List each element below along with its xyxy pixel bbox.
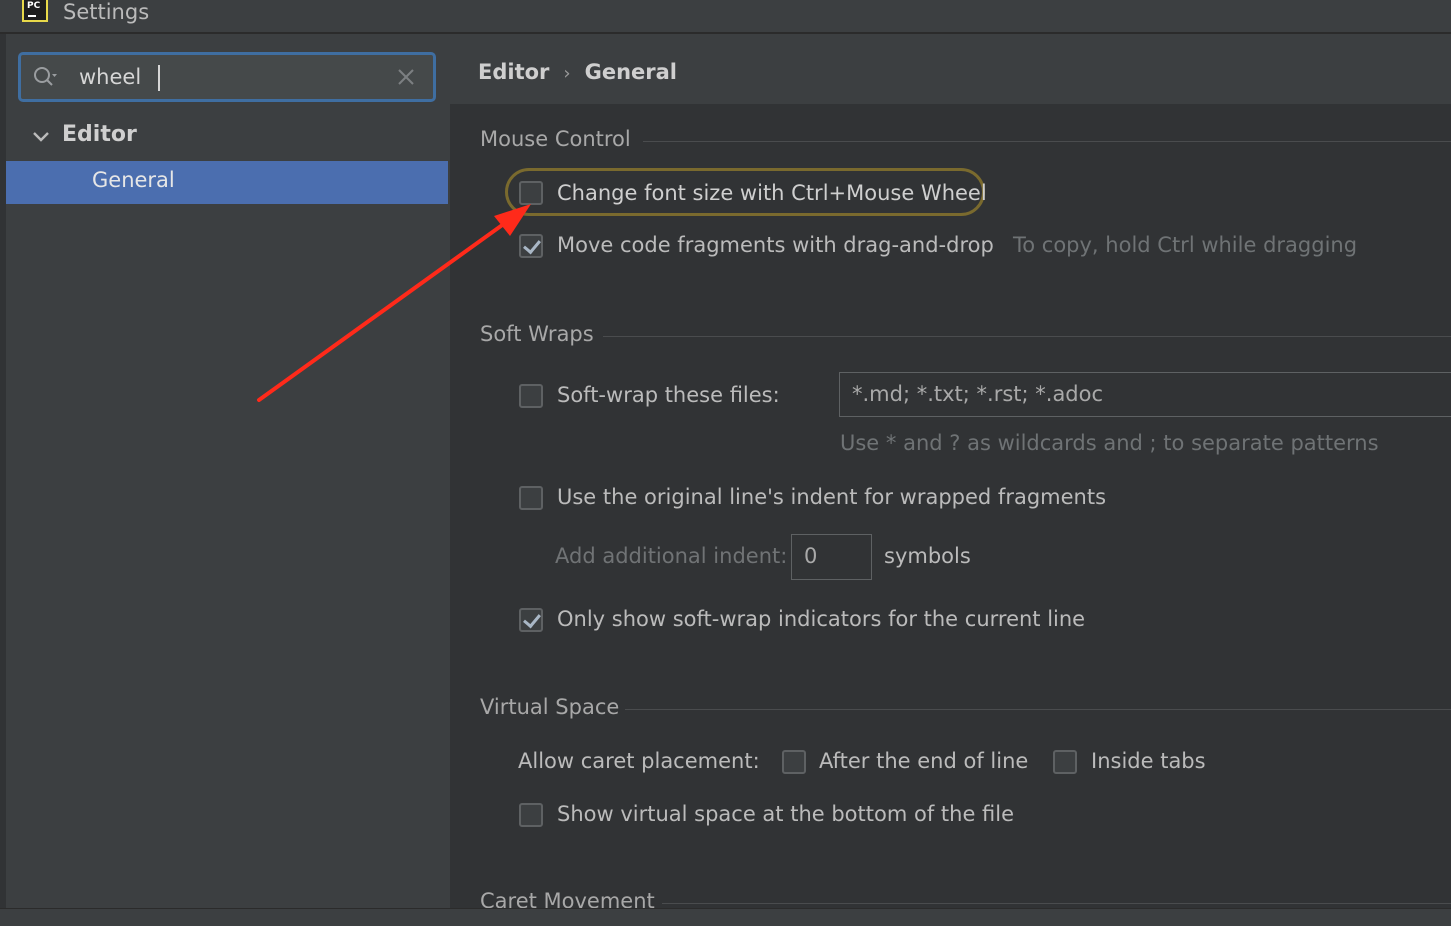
breadcrumb-separator: › xyxy=(563,63,571,84)
additional-indent-value: 0 xyxy=(804,544,818,568)
section-title-caret-movement: Caret Movement xyxy=(480,889,655,908)
chevron-down-icon[interactable] xyxy=(30,126,52,148)
pycharm-logo-icon: PC xyxy=(22,0,48,22)
additional-indent-field[interactable]: 0 xyxy=(791,534,872,580)
soft-wrap-files-label[interactable]: Soft-wrap these files: xyxy=(557,383,780,407)
text-caret xyxy=(158,65,160,91)
tree-item-general-label: General xyxy=(92,168,175,192)
only-show-indicators-checkbox[interactable] xyxy=(519,608,543,632)
section-title-virtual-space: Virtual Space xyxy=(480,695,620,719)
original-indent-checkbox[interactable] xyxy=(519,486,543,510)
after-end-of-line-checkbox[interactable] xyxy=(782,750,806,774)
original-indent-label[interactable]: Use the original line's indent for wrapp… xyxy=(557,485,1106,509)
search-input[interactable] xyxy=(79,55,379,99)
show-virtual-space-checkbox[interactable] xyxy=(519,803,543,827)
tree-item-editor[interactable]: Editor xyxy=(30,118,430,158)
only-show-indicators-label[interactable]: Only show soft-wrap indicators for the c… xyxy=(557,607,1085,631)
title-bar: PC Settings xyxy=(0,0,1451,32)
search-icon[interactable] xyxy=(33,65,57,89)
tree-item-editor-label: Editor xyxy=(62,122,137,147)
settings-window: PC Settings Editor General Editor › Genera… xyxy=(0,0,1451,926)
show-virtual-space-label[interactable]: Show virtual space at the bottom of the … xyxy=(557,802,1014,826)
breadcrumb: Editor › General xyxy=(478,60,677,84)
section-title-soft-wraps: Soft Wraps xyxy=(480,322,594,346)
soft-wrap-patterns-hint: Use * and ? as wildcards and ; to separa… xyxy=(840,431,1379,455)
soft-wrap-patterns-value: *.md; *.txt; *.rst; *.adoc xyxy=(852,382,1104,406)
change-font-size-checkbox[interactable] xyxy=(519,181,543,205)
breadcrumb-current: General xyxy=(584,60,678,84)
move-code-label[interactable]: Move code fragments with drag-and-drop xyxy=(557,233,994,257)
tree-item-general[interactable]: General xyxy=(6,161,448,204)
bottom-bar xyxy=(0,908,1451,926)
after-end-of-line-label[interactable]: After the end of line xyxy=(819,749,1028,773)
move-code-hint: To copy, hold Ctrl while dragging xyxy=(1013,233,1358,257)
logo-text: PC xyxy=(27,1,41,11)
window-title: Settings xyxy=(63,0,150,24)
additional-indent-label: Add additional indent: xyxy=(555,544,788,568)
section-divider xyxy=(662,903,1451,904)
allow-caret-placement-label: Allow caret placement: xyxy=(518,749,760,773)
clear-search-icon[interactable] xyxy=(397,68,415,86)
additional-indent-unit: symbols xyxy=(884,544,971,568)
breadcrumb-parent[interactable]: Editor xyxy=(478,60,549,84)
section-divider xyxy=(625,709,1451,710)
inside-tabs-label[interactable]: Inside tabs xyxy=(1091,749,1206,773)
inside-tabs-checkbox[interactable] xyxy=(1053,750,1077,774)
soft-wrap-files-checkbox[interactable] xyxy=(519,384,543,408)
settings-search-box[interactable] xyxy=(18,52,436,102)
soft-wrap-patterns-field[interactable]: *.md; *.txt; *.rst; *.adoc xyxy=(839,372,1451,417)
section-divider xyxy=(643,141,1451,142)
change-font-size-label[interactable]: Change font size with Ctrl+Mouse Wheel xyxy=(557,181,987,205)
section-title-mouse-control: Mouse Control xyxy=(480,127,631,151)
move-code-checkbox[interactable] xyxy=(519,234,543,258)
section-divider xyxy=(603,336,1451,337)
caret-movement-clip: Caret Movement xyxy=(450,885,1451,908)
